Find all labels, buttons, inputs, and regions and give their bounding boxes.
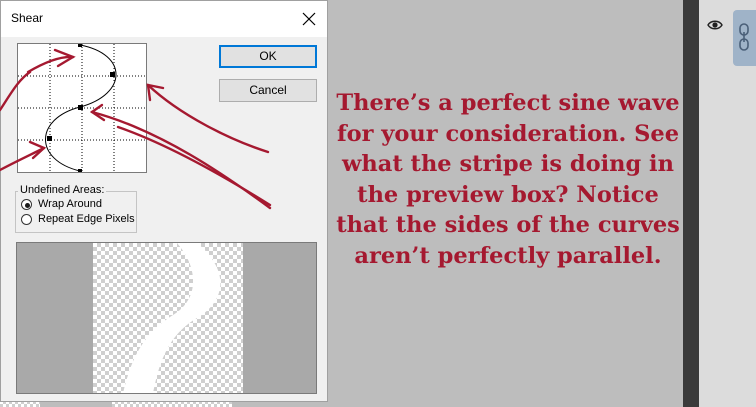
repeat-edge-pixels-label: Repeat Edge Pixels — [38, 213, 135, 225]
radio-selected-dot — [25, 203, 30, 208]
preview-box — [16, 242, 317, 394]
shear-dialog: Shear OK Cancel Undefined Areas: Wrap Ar… — [0, 0, 328, 402]
eye-icon[interactable] — [707, 17, 723, 33]
radio-circle[interactable] — [21, 199, 32, 210]
link-icon — [739, 23, 749, 51]
close-icon — [302, 12, 316, 26]
ok-button[interactable]: OK — [219, 45, 317, 68]
curve-point[interactable] — [47, 136, 52, 141]
wrap-around-label: Wrap Around — [38, 198, 103, 210]
curve-svg — [18, 44, 146, 172]
curve-point[interactable] — [78, 169, 82, 172]
preview-stripe — [123, 243, 221, 393]
curve-point[interactable] — [78, 105, 83, 110]
curve-point[interactable] — [78, 44, 82, 47]
radio-circle[interactable] — [21, 214, 32, 225]
dialog-titlebar[interactable]: Shear — [1, 1, 327, 37]
undefined-areas-label: Undefined Areas: — [18, 184, 107, 196]
dialog-title: Shear — [11, 11, 44, 25]
annotation-text: There’s a perfect sine wave for your con… — [336, 90, 680, 269]
cancel-button[interactable]: Cancel — [219, 79, 317, 102]
curve-point[interactable] — [110, 72, 115, 77]
close-button[interactable] — [291, 1, 327, 37]
shear-curve-grid[interactable] — [17, 43, 147, 173]
